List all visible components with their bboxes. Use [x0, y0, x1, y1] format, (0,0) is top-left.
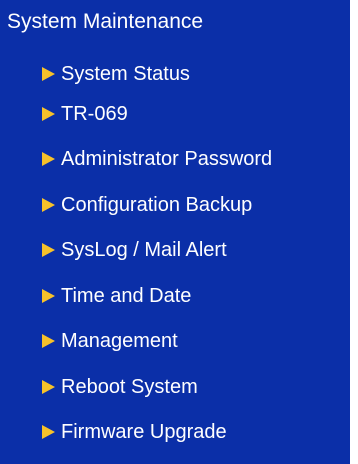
menu-item-label: Configuration Backup [61, 193, 253, 216]
menu-item-label: Management [61, 330, 178, 353]
menu-item-time-and-date[interactable]: Time and Date [0, 273, 272, 319]
arrow-right-icon [42, 334, 55, 349]
menu-item-configuration-backup[interactable]: Configuration Backup [0, 182, 272, 228]
maintenance-menu-list: System Status TR-069 Administrator Passw… [0, 56, 272, 455]
menu-item-label: TR-069 [61, 102, 128, 125]
menu-item-firmware-upgrade[interactable]: Firmware Upgrade [0, 410, 272, 456]
arrow-right-icon [42, 243, 55, 258]
arrow-right-icon [42, 379, 55, 394]
menu-item-syslog-mail-alert[interactable]: SysLog / Mail Alert [0, 228, 272, 274]
arrow-right-icon [42, 152, 55, 167]
arrow-right-icon [42, 425, 55, 440]
menu-item-administrator-password[interactable]: Administrator Password [0, 137, 272, 183]
arrow-right-icon [42, 288, 55, 303]
arrow-right-icon [42, 197, 55, 212]
menu-item-label: SysLog / Mail Alert [61, 239, 227, 262]
menu-item-reboot-system[interactable]: Reboot System [0, 364, 272, 410]
menu-item-system-status[interactable]: System Status [0, 56, 272, 91]
menu-item-label: Administrator Password [61, 148, 273, 171]
menu-item-management[interactable]: Management [0, 319, 272, 365]
menu-item-tr-069[interactable]: TR-069 [0, 91, 272, 137]
menu-item-label: Reboot System [61, 375, 198, 398]
arrow-right-icon [42, 106, 55, 121]
section-title: System Maintenance [7, 10, 204, 33]
menu-item-label: Firmware Upgrade [61, 421, 227, 444]
arrow-right-icon [42, 66, 55, 81]
maintenance-menu-panel: System Maintenance System Status TR-069 … [0, 0, 350, 464]
menu-item-label: Time and Date [61, 284, 192, 307]
menu-item-label: System Status [61, 62, 190, 85]
